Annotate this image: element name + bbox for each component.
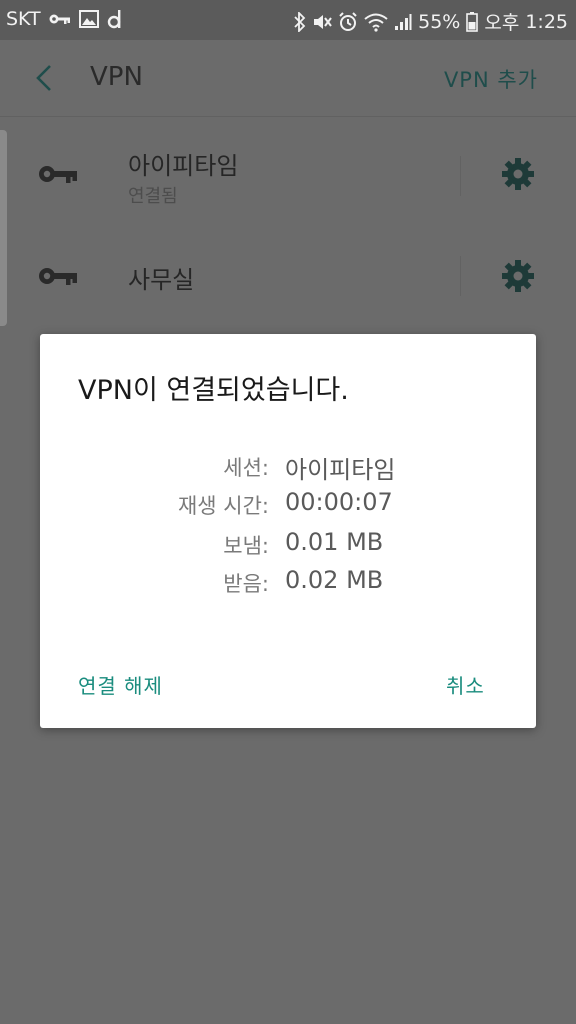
back-arrow-icon[interactable]: [30, 58, 62, 98]
vpn-status: 연결됨: [128, 186, 178, 207]
image-icon: [78, 10, 99, 28]
signal-icon: [395, 13, 412, 30]
received-value: 0.02 MB: [285, 566, 384, 594]
vpn-list-item[interactable]: 아이피타임 연결됨: [0, 130, 576, 226]
mute-icon: [314, 14, 332, 29]
session-label: 세션:: [223, 456, 269, 480]
duration-value: 00:00:07: [285, 488, 393, 516]
ampm-label: 오후: [484, 12, 520, 34]
gear-icon[interactable]: [500, 258, 536, 294]
sent-label: 보냄:: [223, 534, 269, 558]
d-app-icon: [107, 10, 121, 29]
wifi-icon: [364, 13, 388, 32]
clock-label: 1:25: [525, 10, 568, 33]
vpn-name: 아이피타임: [128, 152, 239, 180]
add-vpn-button[interactable]: VPN 추가: [444, 64, 538, 94]
row-divider: [460, 156, 461, 196]
vpn-key-icon: [39, 268, 77, 285]
dialog-title: VPN이 연결되었습니다.: [78, 375, 349, 406]
row-divider: [460, 256, 461, 296]
key-icon: [49, 14, 70, 24]
received-row: 받음: 0.02 MB: [40, 564, 536, 602]
status-left: SKT: [6, 8, 123, 30]
carrier-label: SKT: [6, 8, 41, 30]
session-row: 세션: 아이피타임: [40, 448, 536, 486]
vpn-list-item[interactable]: 사무실: [0, 226, 576, 326]
bluetooth-icon: [294, 11, 306, 32]
sent-value: 0.01 MB: [285, 528, 384, 556]
received-label: 받음:: [223, 572, 269, 596]
disconnect-button[interactable]: 연결 해제: [78, 670, 163, 699]
battery-percent: 55%: [418, 10, 461, 33]
page-title: VPN: [90, 62, 143, 92]
status-right: 55% 오후 1:25: [294, 8, 568, 35]
session-value: 아이피타임: [285, 456, 396, 484]
alarm-icon: [339, 11, 357, 31]
cancel-button[interactable]: 취소: [446, 670, 485, 699]
duration-row: 재생 시간: 00:00:07: [40, 486, 536, 524]
sent-row: 보냄: 0.01 MB: [40, 526, 536, 564]
duration-label: 재생 시간:: [177, 494, 269, 518]
status-bar: SKT 55% 오후 1:25: [0, 0, 576, 40]
gear-icon[interactable]: [500, 156, 536, 192]
vpn-key-icon: [39, 166, 77, 183]
battery-icon: [466, 11, 479, 32]
vpn-connected-dialog: VPN이 연결되었습니다. 세션: 아이피타임 재생 시간: 00:00:07 …: [40, 334, 536, 728]
app-bar: VPN VPN 추가: [0, 40, 576, 117]
vpn-name: 사무실: [128, 266, 195, 294]
